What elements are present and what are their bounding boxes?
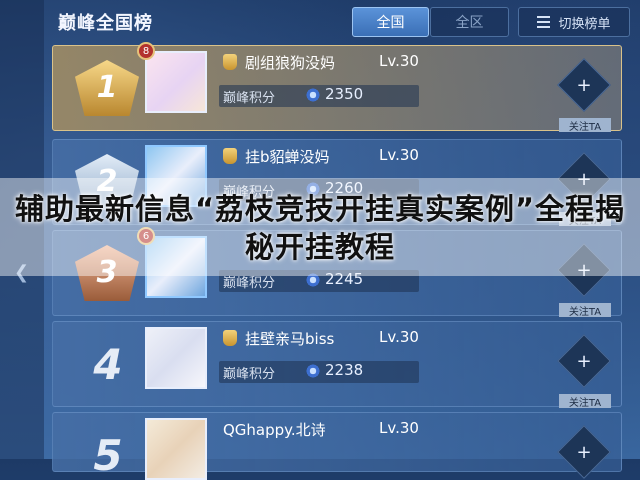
player-name[interactable]: 挂b貂蝉没妈 — [245, 146, 330, 167]
score-icon — [305, 364, 321, 378]
page-title: 巅峰全国榜 — [58, 13, 153, 34]
tab-national[interactable]: 全国 — [352, 7, 429, 37]
score-value: 2238 — [325, 361, 364, 379]
hand-icon — [223, 54, 237, 70]
hand-icon — [223, 330, 237, 346]
player-name[interactable]: 挂壁亲马biss — [245, 328, 334, 349]
overlay-headline: 辅助最新信息“荔枝竞技开挂真实案例”全程揭秘开挂教程 — [14, 192, 626, 264]
follow-button[interactable]: 关注TA — [559, 118, 611, 133]
score-value: 2350 — [325, 85, 364, 103]
player-name[interactable]: 剧组狼狗没妈 — [245, 52, 335, 73]
leaderboard-row-4[interactable]: 4 挂壁亲马biss Lv.30 巅峰积分 2238 + 关注TA — [52, 321, 622, 409]
score-label: 巅峰积分 — [223, 91, 276, 106]
player-level: Lv.30 — [379, 52, 419, 70]
rank-number: 5 — [93, 431, 123, 480]
add-user-icon[interactable]: + — [565, 66, 603, 104]
rank-badge-gold: 1 — [75, 60, 139, 116]
follow-button[interactable]: 关注TA — [559, 394, 611, 409]
switch-list-label: 切换榜单 — [558, 16, 611, 32]
tab-zone[interactable]: 全区 — [430, 7, 509, 37]
score-icon — [305, 88, 321, 102]
hand-icon — [223, 148, 237, 164]
add-user-icon[interactable]: + — [565, 342, 603, 380]
leaderboard-row-5[interactable]: 5 QGhappy.北诗 Lv.30 + — [52, 412, 622, 480]
avatar[interactable] — [145, 51, 207, 113]
follow-button[interactable]: 关注TA — [559, 303, 611, 318]
avatar[interactable] — [145, 418, 207, 480]
score-label: 巅峰积分 — [223, 367, 276, 382]
level-badge: 8 — [137, 42, 155, 60]
player-level: Lv.30 — [379, 146, 419, 164]
add-user-icon[interactable]: + — [565, 433, 603, 471]
player-level: Lv.30 — [379, 419, 419, 437]
avatar[interactable] — [145, 327, 207, 389]
rank-number: 4 — [93, 340, 123, 389]
switch-list-button[interactable]: 切换榜单 — [518, 7, 630, 37]
list-icon — [537, 16, 551, 28]
player-name[interactable]: QGhappy.北诗 — [223, 419, 326, 440]
leaderboard-row-1[interactable]: 1 8 剧组狼狗没妈 Lv.30 巅峰积分 2350 + 关注TA — [52, 42, 622, 133]
player-level: Lv.30 — [379, 328, 419, 346]
